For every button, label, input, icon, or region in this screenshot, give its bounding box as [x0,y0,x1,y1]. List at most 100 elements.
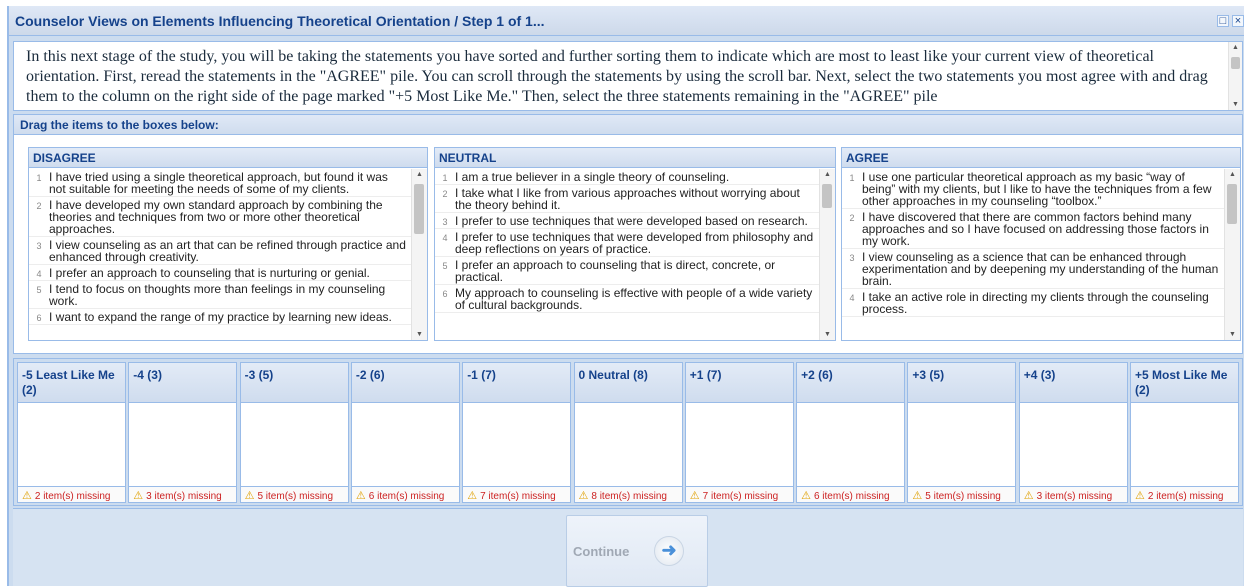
pile-list: 1 I have tried using a single theoretical… [29,169,411,340]
instructions-scrollbar[interactable]: ▲ ▼ [1228,42,1242,110]
scroll-down-icon[interactable]: ▼ [1229,331,1236,338]
ranking-column[interactable]: -4 (3) ⚠ 3 item(s) missing [128,362,238,503]
missing-items-warning: ⚠ 3 item(s) missing [1019,486,1127,502]
pile-scrollbar[interactable]: ▲ ▼ [411,169,427,340]
scroll-up-icon[interactable]: ▲ [824,171,831,178]
missing-count-text: 2 item(s) missing [1147,491,1224,502]
ranking-column-header: +4 (3) [1019,363,1127,403]
pile-item[interactable]: 1 I am a true believer in a single theory… [435,169,819,185]
item-text: I prefer to use techniques that were dev… [455,230,814,256]
ranking-column[interactable]: +4 (3) ⚠ 3 item(s) missing [1018,362,1128,503]
warning-icon: ⚠ [1135,490,1145,502]
pile-item[interactable]: 3 I view counseling as a science that can… [842,249,1224,289]
missing-count-text: 5 item(s) missing [925,491,1001,502]
pile-item[interactable]: 1 I use one particular theoretical approa… [842,169,1224,209]
warning-icon: ⚠ [912,490,923,502]
pile-item[interactable]: 4 I prefer to use techniques that were de… [435,229,819,257]
pile-item[interactable]: 4 I prefer an approach to counseling that… [29,265,411,281]
ranking-column[interactable]: -5 Least Like Me (2) ⚠ 2 item(s) missing [17,362,126,503]
pile-list: 1 I use one particular theoretical approa… [842,169,1224,340]
missing-items-warning: ⚠ 2 item(s) missing [18,486,125,502]
scroll-down-icon[interactable]: ▼ [1232,101,1239,108]
ranking-column[interactable]: +2 (6) ⚠ 6 item(s) missing [796,362,906,503]
missing-items-warning: ⚠ 7 item(s) missing [685,486,793,502]
arrow-right-icon: ➜ [654,536,684,566]
missing-count-text: 3 item(s) missing [146,491,222,502]
scroll-thumb[interactable] [1231,57,1240,69]
drag-panel-header: Drag the items to the boxes below: [14,115,1242,135]
scroll-up-icon[interactable]: ▲ [416,171,423,178]
pile-item[interactable]: 1 I have tried using a single theoretical… [29,169,411,197]
missing-items-warning: ⚠ 5 item(s) missing [240,486,348,502]
pile-item[interactable]: 3 I prefer to use techniques that were de… [435,213,819,229]
pile-item[interactable]: 5 I prefer an approach to counseling that… [435,257,819,285]
missing-items-warning: ⚠ 7 item(s) missing [463,486,571,502]
ranking-column[interactable]: +1 (7) ⚠ 7 item(s) missing [684,362,794,503]
pile-item[interactable]: 4 I take an active role in directing my c… [842,289,1224,317]
ranking-column-header: -2 (6) [351,363,459,403]
ranking-column-header: +5 Most Like Me (2) [1131,363,1238,403]
scroll-thumb[interactable] [414,184,424,234]
item-text: I use one particular theoretical approac… [862,170,1212,208]
ranking-column[interactable]: -1 (7) ⚠ 7 item(s) missing [462,362,572,503]
item-text: I prefer an approach to counseling that … [455,258,776,284]
item-number: 5 [442,261,448,271]
item-number: 5 [36,285,42,295]
warning-icon: ⚠ [244,490,255,502]
missing-count-text: 8 item(s) missing [591,491,667,502]
pile-item[interactable]: 6 I want to expand the range of my practi… [29,309,411,325]
ranking-column-header: +2 (6) [797,363,905,403]
missing-count-text: 5 item(s) missing [257,491,334,502]
warning-icon: ⚠ [22,490,32,502]
window-titlebar: Counselor Views on Elements Influencing … [9,6,1244,36]
pile-item[interactable]: 2 I take what I like from various approac… [435,185,819,213]
pile-header: DISAGREE [29,148,427,168]
warning-icon: ⚠ [355,490,366,502]
ranking-column-header: -3 (5) [240,363,348,403]
ranking-column-header: -5 Least Like Me (2) [18,363,125,403]
missing-count-text: 2 item(s) missing [34,491,111,502]
missing-items-warning: ⚠ 8 item(s) missing [574,486,682,502]
scroll-thumb[interactable] [1227,184,1237,224]
ranking-column[interactable]: 0 Neutral (8) ⚠ 8 item(s) missing [573,362,683,503]
ranking-column[interactable]: -2 (6) ⚠ 6 item(s) missing [350,362,460,503]
item-text: I am a true believer in a single theory … [455,170,730,184]
ranking-column[interactable]: +5 Most Like Me (2) ⚠ 2 item(s) missing [1130,362,1239,503]
item-number: 6 [442,289,448,299]
pile-header: AGREE [842,148,1240,168]
scroll-up-icon[interactable]: ▲ [1229,171,1236,178]
pile-item[interactable]: 2 I have discovered that there are common… [842,209,1224,249]
missing-count-text: 6 item(s) missing [813,491,890,502]
missing-items-warning: ⚠ 2 item(s) missing [1131,486,1238,502]
ranking-column-header: 0 Neutral (8) [574,363,682,403]
pile-neutral: NEUTRAL 1 I am a true believer in a singl… [434,147,836,341]
item-number: 4 [442,233,448,243]
scroll-thumb[interactable] [822,184,832,208]
pile-item[interactable]: 6 My approach to counseling is effective … [435,285,819,313]
warning-icon: ⚠ [1023,490,1034,502]
pile-item[interactable]: 2 I have developed my own standard approa… [29,197,411,237]
pile-item[interactable]: 3 I view counseling as an art that can be… [29,237,411,265]
scroll-down-icon[interactable]: ▼ [824,331,831,338]
warning-icon: ⚠ [801,490,811,502]
restore-icon[interactable]: □ [1217,15,1229,27]
scroll-down-icon[interactable]: ▼ [416,331,423,338]
pile-item[interactable]: 5 I tend to focus on thoughts more than f… [29,281,411,309]
ranking-column[interactable]: +3 (5) ⚠ 5 item(s) missing [907,362,1017,503]
missing-items-warning: ⚠ 5 item(s) missing [908,486,1016,502]
warning-icon: ⚠ [467,490,478,502]
item-number: 1 [442,173,448,183]
item-number: 1 [36,173,42,183]
item-number: 3 [442,217,448,227]
survey-window: Counselor Views on Elements Influencing … [7,6,1244,587]
item-text: I have tried using a single theoretical … [49,170,388,196]
pile-scrollbar[interactable]: ▲ ▼ [819,169,835,340]
item-text: I have developed my own standard approac… [49,198,383,236]
continue-button[interactable]: Continue ➜ [566,515,708,587]
ranking-column[interactable]: -3 (5) ⚠ 5 item(s) missing [239,362,349,503]
item-text: I want to expand the range of my practic… [49,310,392,324]
pile-scrollbar[interactable]: ▲ ▼ [1224,169,1240,340]
pile-disagree: DISAGREE 1 I have tried using a single th… [28,147,428,341]
scroll-up-icon[interactable]: ▲ [1232,44,1239,51]
close-icon[interactable]: × [1232,15,1244,27]
